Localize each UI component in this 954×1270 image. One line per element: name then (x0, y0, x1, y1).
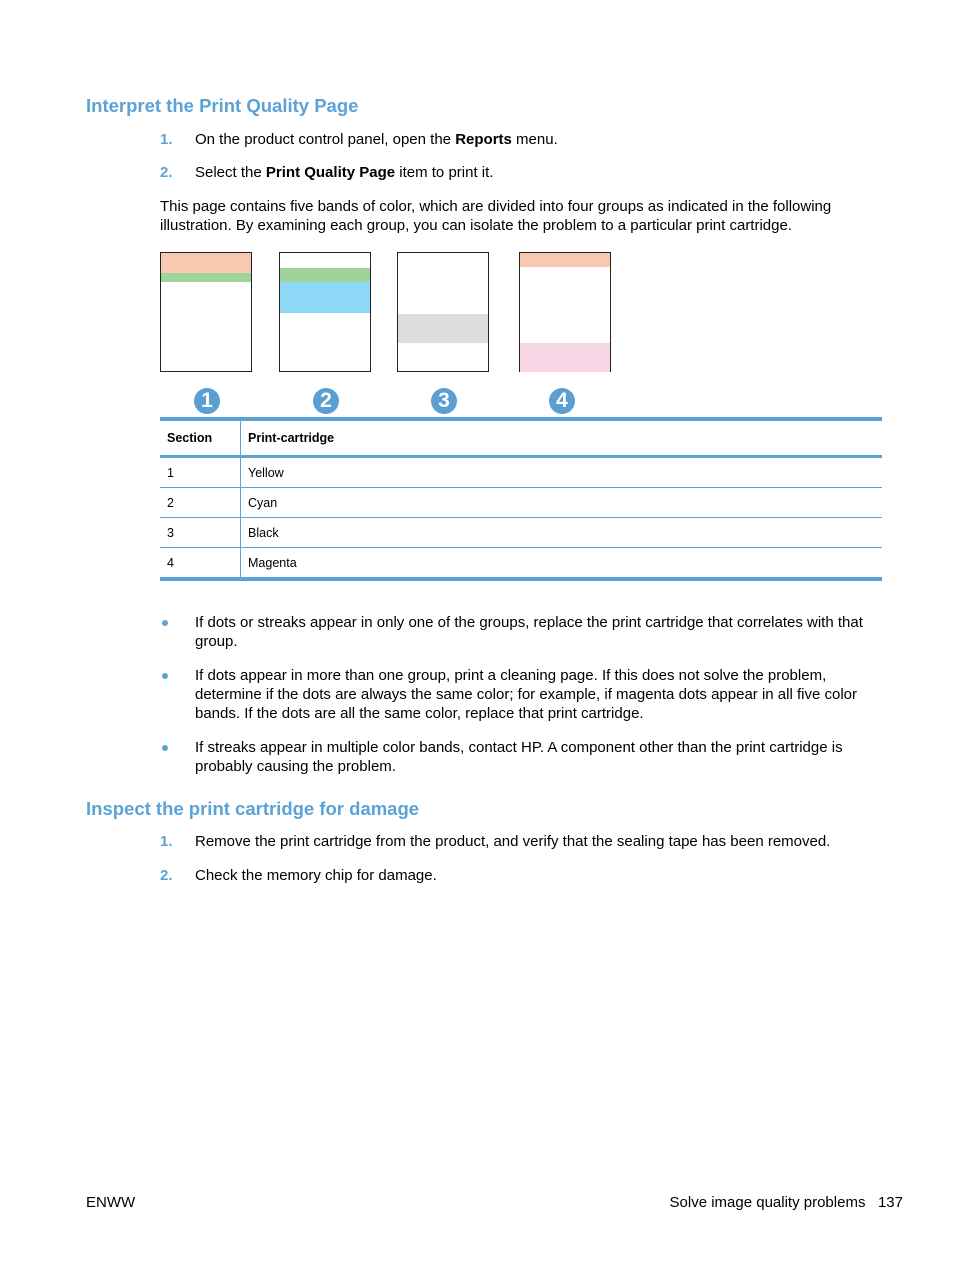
column-header-print-cartridge: Print-cartridge (240, 417, 882, 458)
bullet-icon (162, 745, 168, 751)
cell-section: 1 (160, 456, 241, 488)
step-number: 1. (160, 131, 173, 148)
group-1-sheet (160, 252, 252, 372)
page-number: 137 (877, 1194, 903, 1211)
table-row: 4 Magenta (160, 547, 882, 581)
color-band (520, 343, 610, 372)
footer-right: Solve image quality problems 137 (670, 1194, 903, 1211)
item-name: Print Quality Page (265, 164, 396, 181)
color-band (280, 268, 370, 282)
cell-cartridge: Black (240, 517, 882, 548)
group-2-sheet (279, 252, 371, 372)
cell-section: 4 (160, 547, 241, 581)
step-text: menu. (511, 131, 558, 148)
cell-cartridge: Magenta (240, 547, 882, 581)
section-cartridge-table: Section Print-cartridge 1 Yellow 2 Cyan … (160, 417, 882, 581)
step-text: Check the memory chip for damage. (195, 867, 437, 884)
bullet-item: If streaks appear in multiple color band… (160, 738, 885, 776)
cell-section: 2 (160, 487, 241, 518)
footer-chapter-title: Solve image quality problems (669, 1194, 866, 1211)
bullet-item: If dots or streaks appear in only one of… (160, 613, 885, 651)
table-header-row: Section Print-cartridge (160, 417, 882, 458)
bullet-icon (162, 673, 168, 679)
callout-4: 4 (549, 388, 575, 414)
group-3-sheet (397, 252, 489, 372)
step-number: 2. (160, 867, 173, 884)
menu-name: Reports (455, 131, 512, 148)
bullet-item: If dots appear in more than one group, p… (160, 666, 885, 723)
color-band (398, 314, 488, 343)
callout-3: 3 (431, 388, 457, 414)
cell-section: 3 (160, 517, 241, 548)
callout-2: 2 (313, 388, 339, 414)
step-text: Select the (195, 164, 266, 181)
bullet-text: If dots appear in more than one group, p… (195, 667, 857, 722)
step-text: item to print it. (395, 164, 494, 181)
callout-1: 1 (194, 388, 220, 414)
section-heading-interpret: Interpret the Print Quality Page (86, 95, 359, 116)
step-number: 2. (160, 164, 173, 181)
group-4-sheet (519, 252, 611, 372)
bullet-text: If streaks appear in multiple color band… (195, 739, 843, 775)
cell-cartridge: Cyan (240, 487, 882, 518)
bullet-icon (162, 620, 168, 626)
step-text: On the product control panel, open the (195, 131, 456, 148)
column-header-section: Section (160, 417, 241, 458)
footer-left: ENWW (86, 1194, 136, 1211)
step-number: 1. (160, 833, 173, 850)
intro-paragraph: This page contains five bands of color, … (160, 198, 832, 234)
table-row: 3 Black (160, 517, 882, 548)
color-band (161, 253, 251, 273)
section-heading-inspect: Inspect the print cartridge for damage (86, 798, 420, 819)
color-band (520, 253, 610, 267)
cell-cartridge: Yellow (240, 456, 882, 488)
color-band (280, 282, 370, 313)
color-band (161, 273, 251, 282)
table-row: 1 Yellow (160, 456, 882, 488)
table-row: 2 Cyan (160, 487, 882, 518)
step-text: Remove the print cartridge from the prod… (195, 833, 831, 850)
bullet-text: If dots or streaks appear in only one of… (195, 614, 863, 650)
